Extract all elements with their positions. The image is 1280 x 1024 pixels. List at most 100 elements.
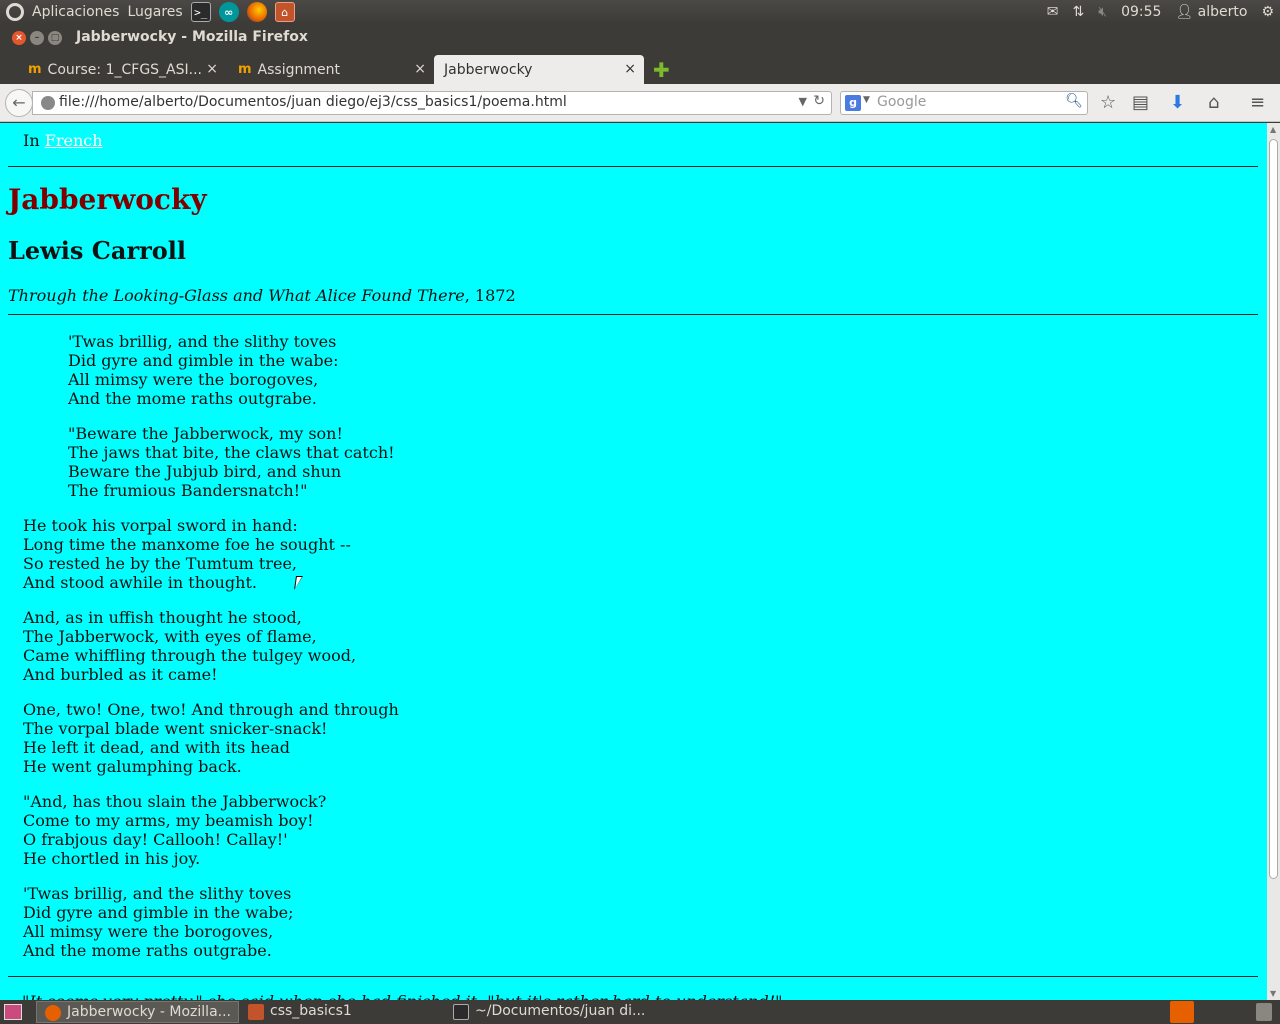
tab-label: Course: 1_CFGS_ASI... xyxy=(47,61,203,78)
taskbar-item-firefox[interactable]: Jabberwocky - Mozilla... xyxy=(36,1001,239,1023)
scrollbar-thumb[interactable] xyxy=(1269,139,1278,879)
window-close-button[interactable]: × xyxy=(12,31,26,45)
tab-strip: m Course: 1_CFGS_ASI... × m Assignment ×… xyxy=(0,52,1280,84)
poem-line: And burbled as it came! xyxy=(23,665,218,684)
poem-line: He chortled in his joy. xyxy=(23,849,201,868)
poem-line: Come to my arms, my beamish boy! xyxy=(23,811,314,830)
gear-icon[interactable]: ⚙ xyxy=(1261,4,1274,20)
taskbar-item-label: Jabberwocky - Mozilla... xyxy=(67,1004,232,1020)
tab-course[interactable]: m Course: 1_CFGS_ASI... × xyxy=(18,55,226,84)
poem-line: Did gyre and gimble in the wabe: xyxy=(68,351,339,370)
user-menu[interactable]: 👤︎ alberto xyxy=(1175,4,1247,20)
window-maximize-button[interactable]: □ xyxy=(48,31,62,45)
taskbar-item-terminal[interactable]: ~/Documentos/juan di... xyxy=(445,1001,655,1023)
terminal-icon[interactable]: >_ xyxy=(190,2,211,22)
tab-close-icon[interactable]: × xyxy=(206,61,218,77)
taskbar-item-label: ~/Documentos/juan di... xyxy=(475,1003,646,1019)
taskbar-item-folder[interactable]: css_basics1 xyxy=(240,1001,443,1023)
user-icon: 👤︎ xyxy=(1175,4,1194,20)
home-folder-icon[interactable]: ⌂ xyxy=(274,2,295,22)
language-line: In French xyxy=(23,131,103,150)
divider xyxy=(8,976,1258,977)
google-engine-icon[interactable]: g xyxy=(845,95,861,111)
poem-title: Jabberwocky xyxy=(8,183,207,216)
top-panel: Aplicaciones Lugares >_ ∞ ⌂ ✉ ⇅ 🔇︎ 09:55… xyxy=(0,0,1280,24)
reload-icon[interactable]: ↻ xyxy=(813,93,825,109)
stanza: 'Twas brillig, and the slithy toves Did … xyxy=(23,884,294,960)
bookmarks-list-icon[interactable]: ▤ xyxy=(1132,92,1149,113)
poem-author: Lewis Carroll xyxy=(8,236,186,265)
applications-menu[interactable]: Aplicaciones xyxy=(32,4,119,20)
poem-line: The jaws that bite, the claws that catch… xyxy=(68,443,395,462)
network-icon[interactable]: ⇅ xyxy=(1073,4,1085,20)
back-button[interactable]: ← xyxy=(5,89,33,117)
moodle-favicon-icon: m xyxy=(238,62,252,77)
url-history-dropdown-icon[interactable]: ▼ xyxy=(799,95,807,108)
new-tab-button[interactable]: ✚ xyxy=(653,58,670,82)
taskbar-item-label: css_basics1 xyxy=(270,1003,352,1019)
tab-label: Assignment xyxy=(257,61,340,78)
tab-jabberwocky[interactable]: Jabberwocky × xyxy=(434,55,644,84)
user-name: alberto xyxy=(1197,4,1248,20)
poem-line: So rested he by the Tumtum tree, xyxy=(23,554,297,573)
clock[interactable]: 09:55 xyxy=(1121,4,1161,20)
show-desktop-icon[interactable] xyxy=(4,1004,22,1020)
stanza: "Beware the Jabberwock, my son! The jaws… xyxy=(68,424,395,500)
bottom-taskbar: Jabberwocky - Mozilla... css_basics1 ~/D… xyxy=(0,1000,1280,1024)
page-content: In French Jabberwocky Lewis Carroll Thro… xyxy=(0,123,1267,1000)
globe-icon xyxy=(41,96,55,110)
search-bar[interactable]: g ▼ Google 🔍︎ xyxy=(840,91,1088,115)
tab-label: Jabberwocky xyxy=(444,61,533,78)
poem-source: Through the Looking-Glass and What Alice… xyxy=(8,286,516,305)
window-minimize-button[interactable]: – xyxy=(30,31,44,45)
arduino-icon[interactable]: ∞ xyxy=(218,2,239,22)
tab-close-icon[interactable]: × xyxy=(624,61,636,77)
poem-line: He took his vorpal sword in hand: xyxy=(23,516,298,535)
firefox-icon xyxy=(45,1005,61,1021)
terminal-icon xyxy=(453,1004,469,1020)
folder-icon xyxy=(248,1004,264,1020)
firefox-tray-icon[interactable] xyxy=(1170,1001,1194,1023)
poem-line: Did gyre and gimble in the wabe; xyxy=(23,903,294,922)
scroll-down-icon[interactable]: ▼ xyxy=(1270,989,1276,998)
stanza: 'Twas brillig, and the slithy toves Did … xyxy=(68,332,339,408)
ubuntu-logo-icon[interactable] xyxy=(6,3,24,21)
poem-line: He went galumphing back. xyxy=(23,757,242,776)
search-icon[interactable]: 🔍︎ xyxy=(1065,93,1083,109)
poem-line: O frabjous day! Callooh! Callay!' xyxy=(23,830,288,849)
poem-line: All mimsy were the borogoves, xyxy=(68,370,319,389)
divider xyxy=(8,166,1258,167)
tab-close-icon[interactable]: × xyxy=(414,61,426,77)
places-menu[interactable]: Lugares xyxy=(127,4,182,20)
poem-line: 'Twas brillig, and the slithy toves xyxy=(23,884,292,903)
moodle-favicon-icon: m xyxy=(28,62,42,77)
bookmark-star-icon[interactable]: ☆ xyxy=(1100,92,1116,113)
poem-line: "Beware the Jabberwock, my son! xyxy=(68,424,343,443)
url-bar[interactable]: file:///home/alberto/Documentos/juan die… xyxy=(32,91,832,115)
search-placeholder: Google xyxy=(877,94,927,110)
menu-icon[interactable]: ≡ xyxy=(1250,92,1265,113)
downloads-icon[interactable]: ⬇ xyxy=(1170,92,1185,113)
mail-icon[interactable]: ✉ xyxy=(1047,4,1059,20)
poem-line: "And, has thou slain the Jabberwock? xyxy=(23,792,327,811)
source-year: , 1872 xyxy=(464,286,516,305)
poem-line: All mimsy were the borogoves, xyxy=(23,922,274,941)
window-titlebar: × – □ Jabberwocky - Mozilla Firefox xyxy=(0,24,1280,52)
scroll-up-icon[interactable]: ▲ xyxy=(1270,125,1276,134)
engine-dropdown-icon[interactable]: ▼ xyxy=(863,95,870,105)
poem-line: The vorpal blade went snicker-snack! xyxy=(23,719,328,738)
french-link[interactable]: French xyxy=(45,131,103,150)
volume-muted-icon[interactable]: 🔇︎ xyxy=(1098,4,1107,20)
poem-line: The frumious Bandersnatch!" xyxy=(68,481,308,500)
footer-quote: "It seems very pretty," she said when sh… xyxy=(22,992,783,1000)
url-text: file:///home/alberto/Documentos/juan die… xyxy=(59,94,567,110)
poem-line: 'Twas brillig, and the slithy toves xyxy=(68,332,337,351)
home-icon[interactable]: ⌂ xyxy=(1208,92,1219,113)
vertical-scrollbar[interactable]: ▲ ▼ xyxy=(1267,123,1280,1000)
stanza: One, two! One, two! And through and thro… xyxy=(23,700,399,776)
trash-icon[interactable] xyxy=(1256,1003,1272,1021)
firefox-icon[interactable] xyxy=(246,2,267,22)
poem-line: And the mome raths outgrabe. xyxy=(23,941,272,960)
tab-assignment[interactable]: m Assignment × xyxy=(228,55,434,84)
poem-line: The Jabberwock, with eyes of flame, xyxy=(23,627,317,646)
